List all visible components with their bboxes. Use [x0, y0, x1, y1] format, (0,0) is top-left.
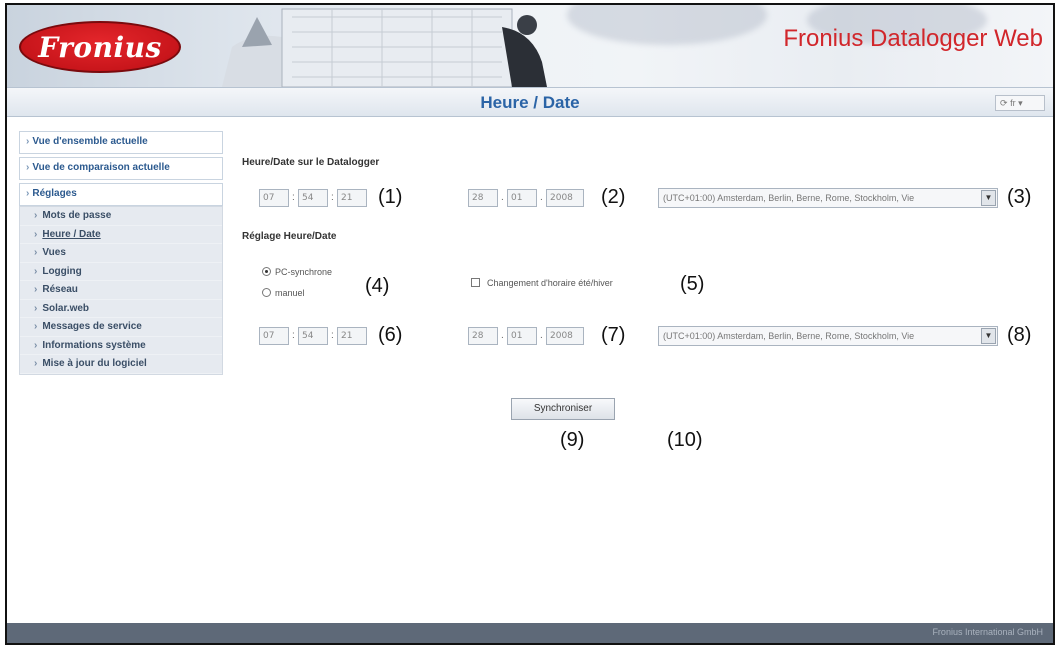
dst-checkbox[interactable]	[471, 278, 480, 287]
timezone-value: (UTC+01:00) Amsterdam, Berlin, Berne, Ro…	[663, 331, 915, 341]
callout-7: (7)	[601, 324, 626, 346]
sidebar-item-label: Vue d'ensemble actuelle	[32, 136, 148, 147]
setting-timezone-select[interactable]: (UTC+01:00) Amsterdam, Berlin, Berne, Ro…	[658, 326, 998, 346]
time-separator: :	[292, 330, 295, 341]
chevron-right-icon: ›	[34, 210, 38, 221]
globe-icon: ⟳	[1000, 98, 1008, 108]
datalogger-second-field[interactable]: 21	[337, 189, 367, 207]
datalogger-day-field[interactable]: 28	[468, 189, 498, 207]
datalogger-time-heading: Heure/Date sur le Datalogger	[242, 157, 380, 168]
chevron-right-icon: ›	[34, 247, 38, 258]
radio-button-checked[interactable]	[262, 267, 271, 276]
callout-5: (5)	[680, 273, 705, 295]
date-separator: .	[501, 330, 504, 341]
datalogger-month-field[interactable]: 01	[507, 189, 537, 207]
settings-submenu: › Mots de passe › Heure / Date › Vues › Logg…	[19, 206, 223, 375]
date-separator: .	[540, 330, 543, 341]
time-setting-heading: Réglage Heure/Date	[242, 231, 337, 242]
submenu-item-mots-de-passe[interactable]: › Mots de passe	[20, 207, 222, 226]
callout-9: (9)	[560, 429, 585, 451]
sidebar-nav: › Vue d'ensemble actuelle › Vue de compara…	[19, 131, 223, 375]
callout-2: (2)	[601, 186, 626, 208]
setting-year-field[interactable]: 2008	[546, 327, 584, 345]
chevron-right-icon: ›	[34, 228, 38, 240]
chevron-right-icon: ›	[34, 339, 38, 351]
fronius-logo[interactable]: Fronius	[19, 21, 181, 73]
radio-manual[interactable]: manuel	[262, 288, 305, 298]
time-separator: :	[292, 192, 295, 203]
chevron-right-icon: ›	[34, 302, 38, 314]
submenu-item-mise-a-jour[interactable]: › Mise à jour du logiciel	[20, 355, 222, 374]
setting-minute-field[interactable]: 54	[298, 327, 328, 345]
chevron-down-icon: ▾	[1018, 98, 1023, 108]
time-separator: :	[331, 192, 334, 203]
footer-text: Fronius International GmbH	[932, 627, 1043, 637]
radio-pc-sync[interactable]: PC-synchrone	[262, 267, 332, 277]
chevron-right-icon: ›	[34, 321, 38, 332]
title-bar: Heure / Date ⟳ fr ▾	[7, 87, 1053, 117]
language-value: fr	[1010, 98, 1016, 108]
setting-day-field[interactable]: 28	[468, 327, 498, 345]
chevron-right-icon: ›	[34, 284, 38, 295]
sidebar-item-label: Réglages	[32, 188, 77, 199]
submenu-item-reseau[interactable]: › Réseau	[20, 281, 222, 300]
timezone-value: (UTC+01:00) Amsterdam, Berlin, Berne, Ro…	[663, 193, 915, 203]
submenu-item-messages-service[interactable]: › Messages de service	[20, 318, 222, 337]
callout-6: (6)	[378, 324, 403, 346]
dst-checkbox-row[interactable]: Changement d'horaire été/hiver	[471, 278, 613, 288]
datalogger-timezone-select[interactable]: (UTC+01:00) Amsterdam, Berlin, Berne, Ro…	[658, 188, 998, 208]
submenu-item-logging[interactable]: › Logging	[20, 263, 222, 281]
setting-hour-field[interactable]: 07	[259, 327, 289, 345]
chevron-right-icon: ›	[26, 136, 30, 147]
footer-bar: Fronius International GmbH	[7, 623, 1053, 643]
callout-4: (4)	[365, 275, 390, 297]
chevron-right-icon: ›	[26, 162, 30, 173]
header-photo	[222, 8, 547, 87]
submenu-item-solarweb[interactable]: › Solar.web	[20, 300, 222, 318]
callout-8: (8)	[1007, 324, 1032, 346]
datalogger-year-field[interactable]: 2008	[546, 189, 584, 207]
language-select[interactable]: ⟳ fr ▾	[995, 95, 1045, 111]
callout-1: (1)	[378, 186, 403, 208]
sidebar-item-vue-comparaison[interactable]: › Vue de comparaison actuelle	[19, 157, 223, 180]
header-banner: Fronius Fronius Datalogger Web	[7, 5, 1053, 87]
date-separator: .	[501, 192, 504, 203]
setting-month-field[interactable]: 01	[507, 327, 537, 345]
chevron-down-icon: ›	[26, 188, 30, 199]
chevron-down-icon[interactable]: ▼	[981, 328, 996, 344]
app-frame: Fronius Fronius Datalogger Web Heure / D…	[5, 3, 1055, 645]
radio-button[interactable]	[262, 288, 271, 297]
chevron-down-icon[interactable]: ▼	[981, 190, 996, 206]
date-separator: .	[540, 192, 543, 203]
chevron-right-icon: ›	[34, 358, 38, 369]
submenu-item-informations-systeme[interactable]: › Informations système	[20, 337, 222, 355]
sidebar-item-vue-ensemble[interactable]: › Vue d'ensemble actuelle	[19, 131, 223, 154]
submenu-item-vues[interactable]: › Vues	[20, 244, 222, 263]
submenu-item-heure-date[interactable]: › Heure / Date	[20, 226, 222, 244]
chevron-right-icon: ›	[34, 265, 38, 277]
sidebar-item-reglages[interactable]: › Réglages	[19, 183, 223, 206]
datalogger-minute-field[interactable]: 54	[298, 189, 328, 207]
datalogger-hour-field[interactable]: 07	[259, 189, 289, 207]
time-separator: :	[331, 330, 334, 341]
page-title: Heure / Date	[480, 93, 580, 112]
callout-3: (3)	[1007, 186, 1032, 208]
setting-second-field[interactable]: 21	[337, 327, 367, 345]
synchronize-button[interactable]: Synchroniser	[511, 398, 615, 420]
callout-10: (10)	[667, 429, 703, 451]
brand-title: Fronius Datalogger Web	[783, 25, 1043, 52]
sidebar-item-label: Vue de comparaison actuelle	[32, 162, 170, 173]
